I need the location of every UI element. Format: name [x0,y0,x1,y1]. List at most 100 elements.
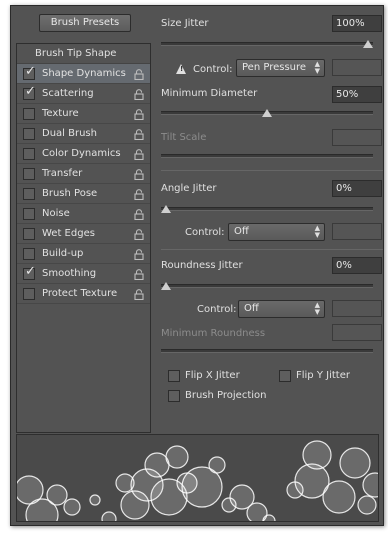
brush-presets-button[interactable]: Brush Presets [39,14,131,32]
min-diameter-label: Minimum Diameter [161,88,258,99]
lock-icon[interactable] [134,149,144,160]
shape-dynamics-label: Shape Dynamics [42,68,126,79]
brush-panel: Brush Presets Brush Tip Shape ✓ Shape Dyn… [10,5,384,526]
updown-arrows-icon: ▲ ▼ [314,224,320,239]
brush-option-brush-pose[interactable]: Brush Pose [17,184,150,204]
noise-label: Noise [42,208,70,219]
lock-icon[interactable] [134,109,144,120]
check-icon: ✓ [25,84,36,99]
min-diameter-slider-thumb[interactable] [262,109,272,117]
angle-control-extra-field [332,223,382,240]
size-control-label: Control: [193,64,233,75]
lock-icon[interactable] [134,169,144,180]
smoothing-checkbox[interactable]: ✓ [23,264,36,280]
protect-texture-label: Protect Texture [42,288,118,299]
scattering-checkbox[interactable]: ✓ [23,84,36,100]
size-jitter-label: Size Jitter [161,18,209,29]
bokeh-stroke-image [17,440,378,521]
size-control-extra-field [332,59,382,76]
angle-control-select[interactable]: Off ▲ ▼ [228,223,325,241]
dual-brush-checkbox[interactable] [23,128,35,140]
brush-option-build-up[interactable]: Build-up [17,244,150,264]
build-up-label: Build-up [42,248,84,259]
angle-control-label: Control: [185,227,225,238]
lock-icon[interactable] [134,129,144,140]
smoothing-label: Smoothing [42,268,97,279]
flip-y-checkbox[interactable] [279,370,291,382]
size-jitter-slider-thumb[interactable] [363,40,373,48]
lock-icon[interactable] [134,289,144,300]
lock-icon[interactable] [134,249,144,260]
min-diameter-slider[interactable] [161,109,373,117]
brush-option-transfer[interactable]: Transfer [17,164,150,184]
angle-control-value: Off [234,226,249,237]
updown-arrows-icon: ▲ ▼ [314,60,320,75]
brush-projection-label: Brush Projection [185,390,267,401]
min-roundness-value [332,324,382,341]
check-icon: ✓ [25,264,36,279]
lock-icon[interactable] [134,229,144,240]
angle-jitter-slider[interactable] [161,205,373,213]
color-dynamics-label: Color Dynamics [42,148,121,159]
texture-checkbox[interactable] [23,108,35,120]
roundness-jitter-slider-thumb[interactable] [161,282,171,290]
brush-projection-checkbox[interactable] [168,390,180,402]
tilt-scale-slider [161,154,373,158]
brush-option-shape-dynamics[interactable]: ✓ Shape Dynamics [17,64,150,84]
noise-checkbox[interactable] [23,208,35,220]
size-control-value: Pen Pressure [242,62,307,73]
color-dynamics-checkbox[interactable] [23,148,35,160]
min-roundness-label: Minimum Roundness [161,328,266,339]
brush-pose-checkbox[interactable] [23,188,35,200]
size-jitter-value[interactable]: 100% [332,15,382,32]
lock-icon[interactable] [134,89,144,100]
section-divider [161,170,383,171]
section-divider [161,249,383,250]
tilt-scale-label: Tilt Scale [161,132,207,143]
check-icon: ✓ [25,64,36,79]
scattering-label: Scattering [42,88,94,99]
roundness-control-label: Control: [197,304,237,315]
brush-option-smoothing[interactable]: ✓ Smoothing [17,264,150,284]
updown-arrows-icon: ▲ ▼ [314,301,320,316]
brush-tip-shape-item[interactable]: Brush Tip Shape [17,44,150,64]
lock-icon[interactable] [134,69,144,80]
shape-dynamics-checkbox[interactable]: ✓ [23,64,36,80]
angle-jitter-slider-thumb[interactable] [161,205,171,213]
transfer-checkbox[interactable] [23,168,35,180]
brush-option-texture[interactable]: Texture [17,104,150,124]
roundness-jitter-value[interactable]: 0% [332,257,382,274]
flip-x-checkbox[interactable] [168,370,180,382]
lock-icon[interactable] [134,189,144,200]
warning-icon: ! [176,64,186,74]
brush-option-noise[interactable]: Noise [17,204,150,224]
wet-edges-checkbox[interactable] [23,228,35,240]
brush-option-dual-brush[interactable]: Dual Brush [17,124,150,144]
brush-option-scattering[interactable]: ✓ Scattering [17,84,150,104]
roundness-control-select[interactable]: Off ▲ ▼ [238,300,325,318]
tilt-scale-value [332,129,382,146]
lock-icon[interactable] [134,209,144,220]
min-roundness-slider [161,349,373,353]
min-diameter-value[interactable]: 50% [332,86,382,103]
roundness-jitter-label: Roundness Jitter [161,260,243,271]
brush-option-protect-texture[interactable]: Protect Texture [17,284,150,304]
size-control-select[interactable]: Pen Pressure ▲ ▼ [236,59,325,77]
roundness-control-value: Off [244,303,259,314]
build-up-checkbox[interactable] [23,248,35,260]
protect-texture-checkbox[interactable] [23,288,35,300]
transfer-label: Transfer [42,168,83,179]
brush-options-list: Brush Tip Shape ✓ Shape Dynamics ✓ Scatteri… [16,43,151,433]
wet-edges-label: Wet Edges [42,228,95,239]
size-jitter-slider[interactable] [161,40,373,48]
flip-y-label: Flip Y Jitter [296,370,350,381]
angle-jitter-label: Angle Jitter [161,183,217,194]
lock-icon[interactable] [134,269,144,280]
texture-label: Texture [42,108,79,119]
angle-jitter-value[interactable]: 0% [332,180,382,197]
shape-dynamics-settings: Size Jitter 100% ! Control: Pen Pressure… [161,6,385,434]
roundness-jitter-slider[interactable] [161,282,373,290]
dual-brush-label: Dual Brush [42,128,97,139]
brush-option-color-dynamics[interactable]: Color Dynamics [17,144,150,164]
brush-option-wet-edges[interactable]: Wet Edges [17,224,150,244]
